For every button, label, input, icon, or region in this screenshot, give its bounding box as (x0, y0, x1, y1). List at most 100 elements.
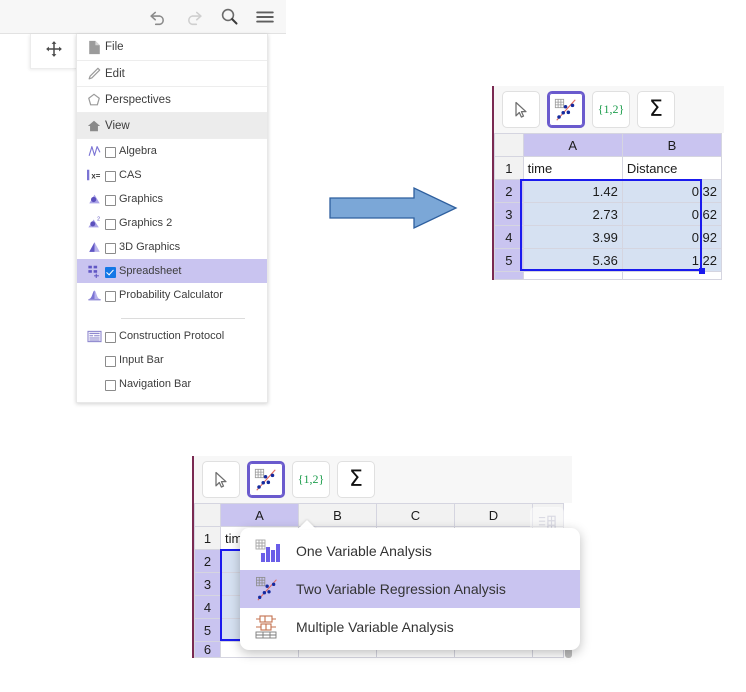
cell-a2[interactable]: 1.42 (522, 179, 623, 203)
spreadsheet-toolbar: {1,2} Σ (492, 86, 724, 133)
cell-a1[interactable]: time (522, 156, 623, 180)
popup-item-multiple-variable-analysis[interactable]: Multiple Variable Analysis (240, 608, 580, 646)
redo-icon[interactable] (183, 6, 205, 28)
graphics3d-icon (83, 240, 105, 254)
set-tool-button[interactable]: {1,2} (292, 461, 330, 498)
view-item-algebra[interactable]: Algebra (77, 139, 267, 163)
view-item-construction-protocol[interactable]: Construction Protocol (77, 324, 267, 348)
spreadsheet-grid-top: A B 1 time Distance 2 1.42 0.32 3 2.73 0… (492, 133, 724, 280)
two-variable-regression-tool-button[interactable] (247, 461, 285, 498)
view-item-spreadsheet-checkbox[interactable] (105, 266, 119, 278)
boxplot-icon (250, 614, 288, 640)
column-header-a[interactable]: A (220, 503, 299, 527)
menu-bottom-spacer (77, 396, 267, 402)
cell-a3[interactable]: 2.73 (522, 202, 623, 226)
svg-text:2: 2 (97, 216, 100, 222)
row-header-3[interactable]: 3 (194, 572, 221, 596)
set-tool-button[interactable]: {1,2} (592, 91, 630, 128)
spreadsheet-panel-bottom: {1,2} Σ A B C D 1 time Distance (192, 456, 580, 692)
view-item-graphics-checkbox[interactable] (105, 194, 119, 206)
menu-label: Perspectives (105, 93, 171, 106)
row-header-4[interactable]: 4 (494, 225, 524, 249)
set-tool-label: {1,2} (297, 472, 325, 486)
view-item-3d-graphics[interactable]: 3D Graphics (77, 235, 267, 259)
view-item-graphics[interactable]: Graphics (77, 187, 267, 211)
cell-a4[interactable]: 3.99 (522, 225, 623, 249)
cell-a5[interactable]: 5.36 (522, 248, 623, 272)
row-header-5[interactable]: 5 (194, 618, 221, 642)
row-header-2[interactable]: 2 (494, 179, 524, 203)
row-header-1[interactable]: 1 (494, 156, 524, 180)
view-item-probability-checkbox[interactable] (105, 290, 119, 302)
cell-b1[interactable]: Distance (621, 156, 723, 180)
view-item-probability-calculator[interactable]: Probability Calculator (77, 283, 267, 307)
view-item-inputbar-checkbox[interactable] (105, 355, 119, 367)
hamburger-menu-icon[interactable] (254, 6, 276, 28)
set-tool-label: {1,2} (597, 102, 625, 116)
popup-caret (298, 520, 316, 529)
row-header-5[interactable]: 5 (494, 248, 524, 272)
row-header-6[interactable] (494, 271, 524, 280)
spreadsheet-panel-top: {1,2} Σ A B 1 time Distance 2 1.42 0.32 (492, 86, 724, 312)
cell-b3[interactable]: 0.62 (621, 202, 723, 226)
cell-b2[interactable]: 0.32 (621, 179, 723, 203)
column-header-a[interactable]: A (522, 133, 623, 157)
cell-b4[interactable]: 0.92 (621, 225, 723, 249)
column-header-c[interactable]: C (376, 503, 455, 527)
view-item-input-bar[interactable]: Input Bar (77, 348, 267, 372)
cell-b6[interactable] (621, 271, 723, 280)
menu-label: File (105, 41, 124, 53)
row-header-1[interactable]: 1 (194, 526, 221, 550)
popup-item-one-variable-analysis[interactable]: One Variable Analysis (240, 532, 580, 570)
column-header-b[interactable]: B (621, 133, 723, 157)
pointer-tool-button[interactable] (202, 461, 240, 498)
cell-b5[interactable]: 1.22 (621, 248, 723, 272)
view-item-algebra-checkbox[interactable] (105, 146, 119, 158)
construction-protocol-icon (83, 330, 105, 343)
search-icon[interactable] (219, 6, 240, 27)
view-item-spreadsheet[interactable]: Spreadsheet (77, 259, 267, 283)
spreadsheet-toolbar-bottom: {1,2} Σ (192, 456, 572, 503)
pointer-tool-button[interactable] (502, 91, 540, 128)
popup-item-label: Multiple Variable Analysis (296, 619, 454, 635)
perspectives-icon (83, 93, 105, 107)
popup-item-two-variable-regression-analysis[interactable]: Two Variable Regression Analysis (240, 570, 580, 608)
scatter-regression-icon (250, 576, 288, 602)
sum-tool-button[interactable]: Σ (637, 91, 675, 128)
view-item-cas-checkbox[interactable] (105, 170, 119, 182)
sum-tool-button[interactable]: Σ (337, 461, 375, 498)
menu-item-file[interactable]: File (77, 34, 267, 61)
table-row: 3 2.73 0.62 (494, 202, 723, 226)
row-header-4[interactable]: 4 (194, 595, 221, 619)
view-item-label: Spreadsheet (119, 265, 182, 277)
drag-handle[interactable] (30, 34, 77, 69)
row-header-3[interactable]: 3 (494, 202, 524, 226)
view-item-navbar-checkbox[interactable] (105, 379, 119, 391)
spreadsheet-icon (83, 264, 105, 278)
sum-tool-label: Σ (649, 96, 663, 122)
view-item-cas[interactable]: x= CAS (77, 163, 267, 187)
undo-icon[interactable] (147, 6, 169, 28)
view-item-label: Navigation Bar (119, 378, 192, 390)
view-item-3dgraphics-checkbox[interactable] (105, 242, 119, 254)
cell-a6[interactable] (522, 271, 623, 280)
selection-fill-handle[interactable] (699, 268, 705, 274)
column-header-d[interactable]: D (454, 503, 533, 527)
view-item-construction-checkbox[interactable] (105, 331, 119, 343)
menu-item-perspectives[interactable]: Perspectives (77, 87, 267, 113)
menu-item-edit[interactable]: Edit (77, 61, 267, 87)
popup-item-label: One Variable Analysis (296, 543, 432, 559)
grid-corner[interactable] (494, 133, 524, 157)
view-item-graphics2-checkbox[interactable] (105, 218, 119, 230)
popup-item-label: Two Variable Regression Analysis (296, 581, 506, 597)
file-icon (83, 40, 105, 55)
row-header-6[interactable]: 6 (194, 641, 221, 658)
two-variable-regression-tool-button[interactable] (547, 91, 585, 128)
menu-divider (121, 318, 245, 319)
pencil-icon (83, 67, 105, 81)
view-item-graphics-2[interactable]: 2 Graphics 2 (77, 211, 267, 235)
grid-corner[interactable] (194, 503, 221, 527)
row-header-2[interactable]: 2 (194, 549, 221, 573)
view-item-navigation-bar[interactable]: Navigation Bar (77, 372, 267, 396)
menu-item-view[interactable]: View (77, 113, 267, 139)
